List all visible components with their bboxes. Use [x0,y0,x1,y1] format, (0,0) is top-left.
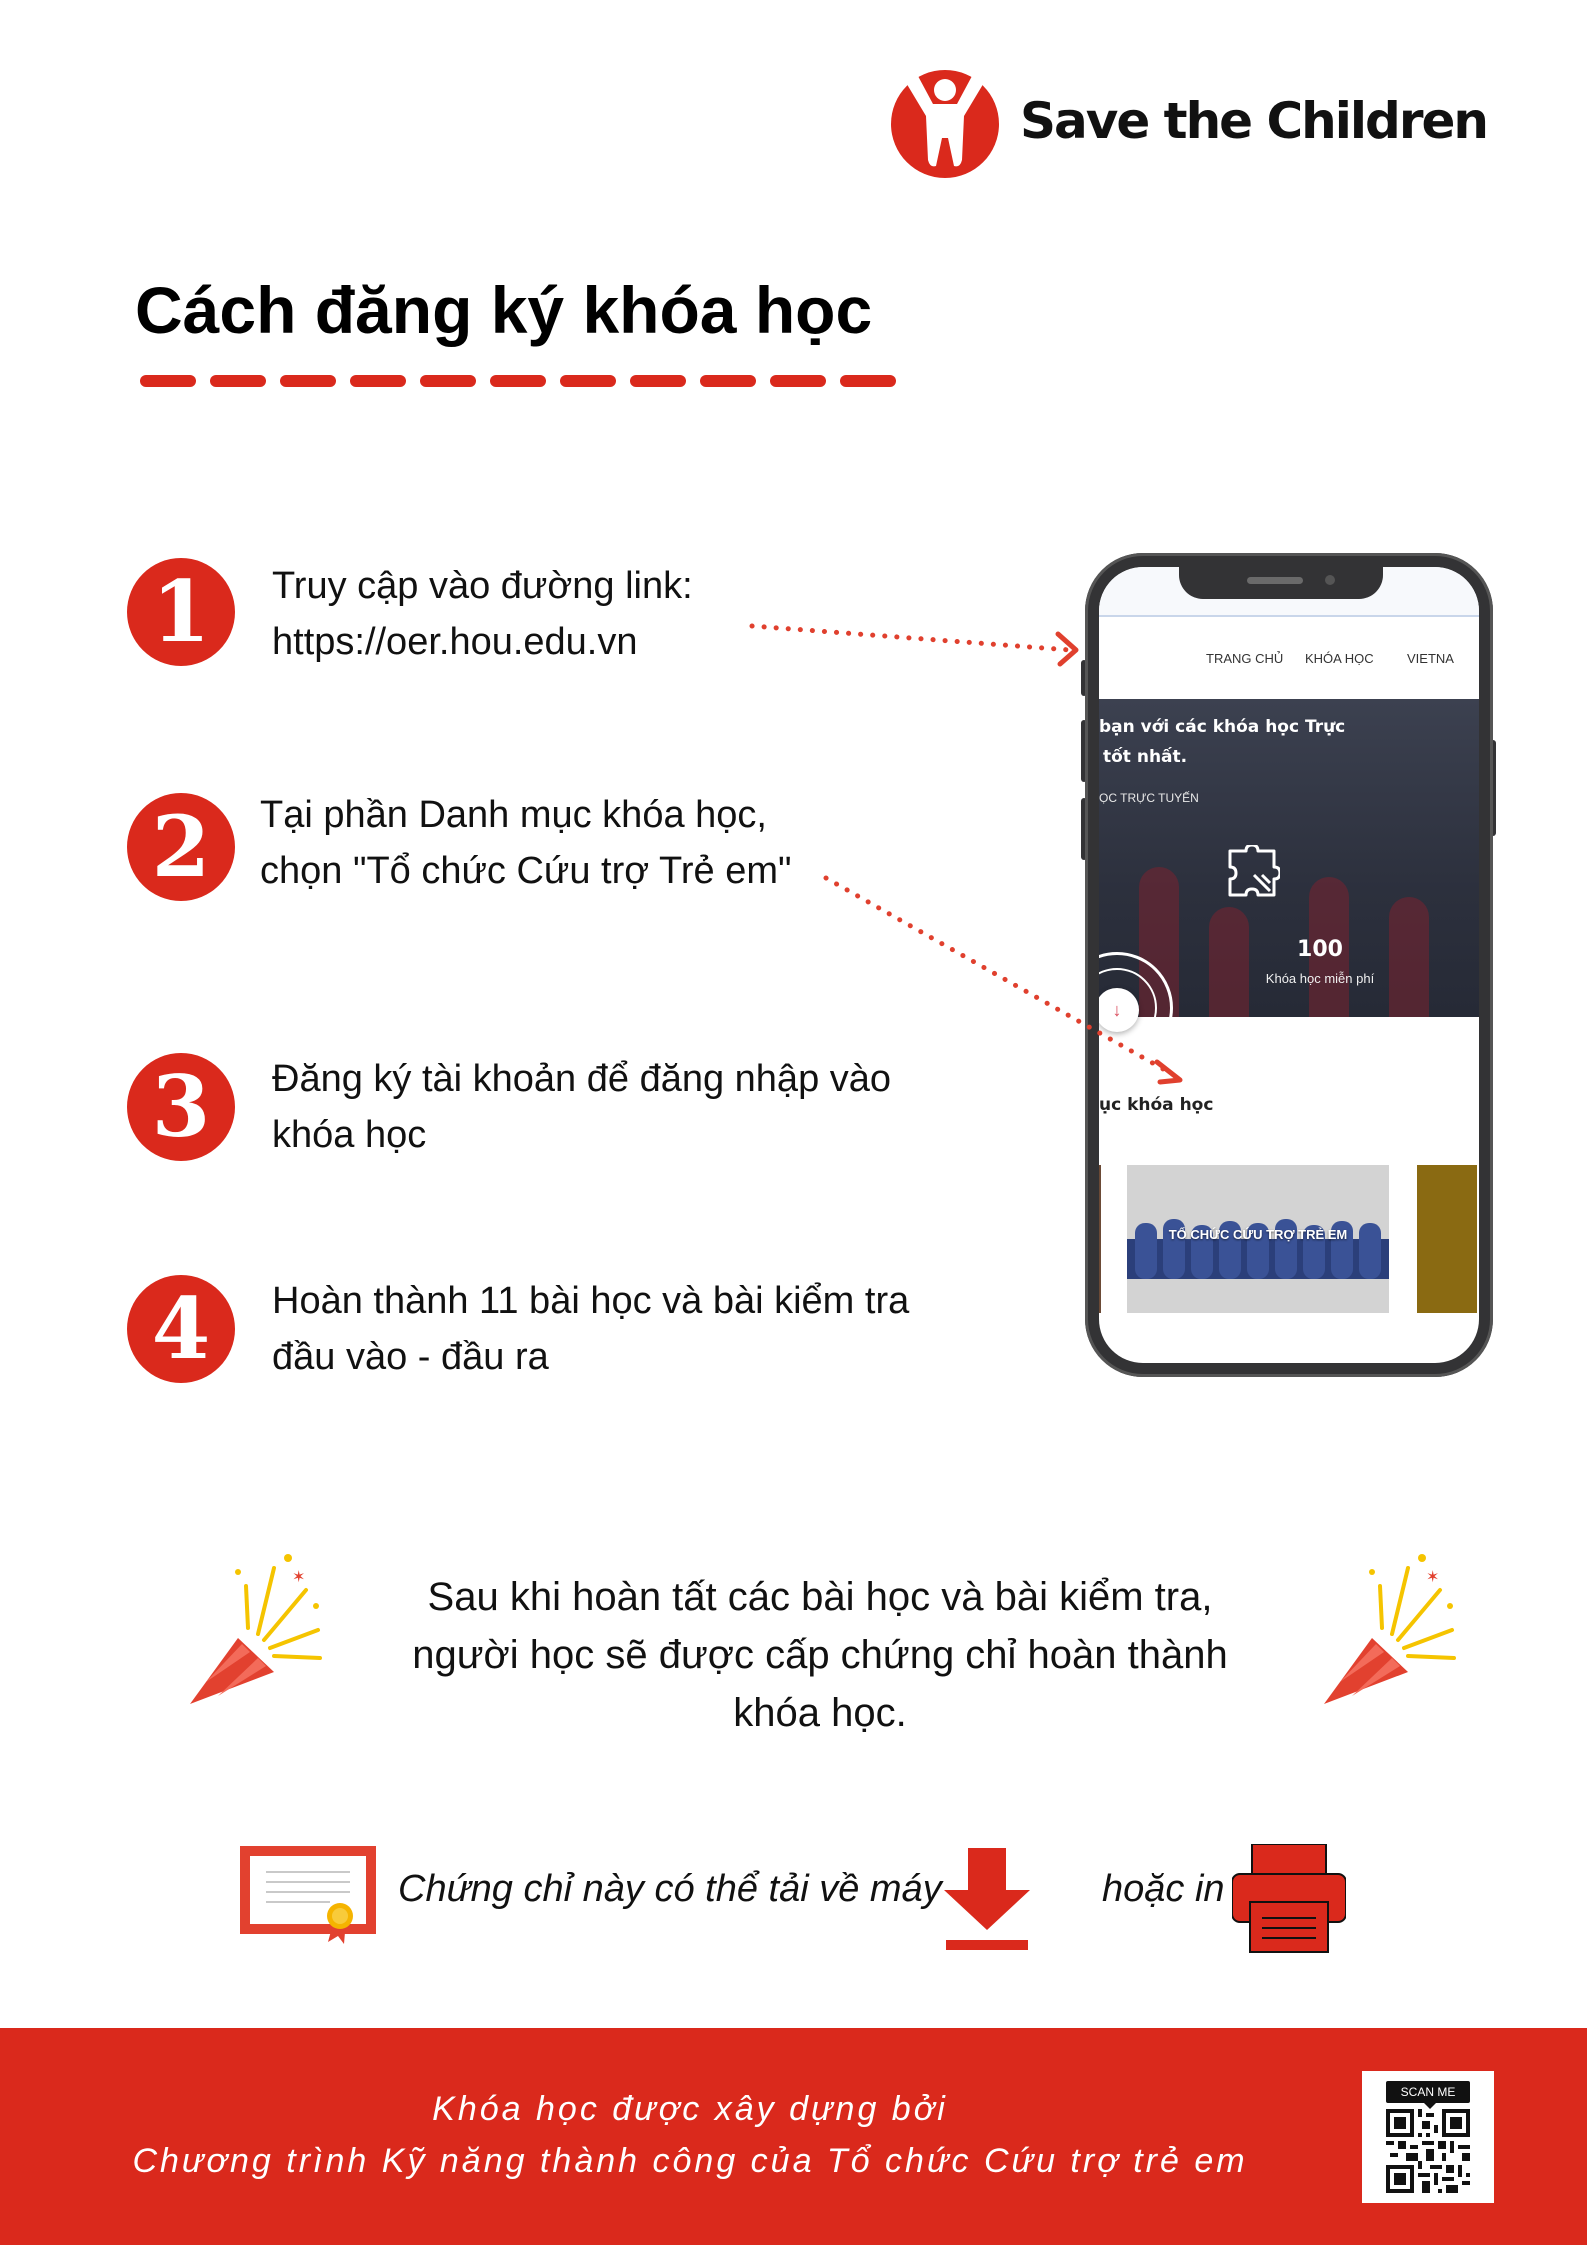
course-card-label: TỔ CHỨC CỨU TRỢ TRẺ EM [1168,1227,1348,1242]
course-card-save-the-children[interactable]: TỔ CHỨC CỨU TRỢ TRẺ EM [1127,1165,1389,1313]
title-divider [140,375,896,387]
step-1-line-1: Truy cập vào đường link: [272,565,693,607]
footer-line-2: Chương trình Kỹ năng thành công của Tổ c… [132,2142,1248,2180]
step-3-badge: 3 [127,1053,235,1161]
footer-line-1: Khóa học được xây dựng bởi [432,2090,948,2128]
completion-message: Sau khi hoàn tất các bài học và bài kiểm… [330,1568,1310,1742]
step-2-badge: 2 [127,793,235,901]
step-1-text: Truy cập vào đường link: https://oer.hou… [272,558,693,670]
stat-value: 100 [1297,937,1343,962]
step-3-line-2: khóa học [272,1114,427,1156]
brand-logo: Save the Children [888,58,1489,184]
step-2-line-2: chọn "Tổ chức Cứu trợ Trẻ em" [260,850,792,892]
nav-courses[interactable]: KHÓA HỌC [1305,651,1374,666]
step-4-badge: 4 [127,1275,235,1383]
puzzle-icon [1228,845,1280,897]
step-4-text: Hoàn thành 11 bài học và bài kiểm tra đầ… [272,1273,909,1385]
completion-line-2: người học sẽ được cấp chứng chỉ hoàn thà… [412,1633,1228,1677]
svg-text:✶: ✶ [292,1567,305,1586]
hero-figure [1209,907,1249,1017]
phone-camera [1325,575,1335,585]
logo-icon [891,70,999,178]
course-card-right[interactable] [1417,1165,1477,1313]
phone-mockup: TRANG CHỦ KHÓA HỌC VIETNA bạn với các kh… [1085,553,1493,1377]
nav-language[interactable]: VIETNA [1407,651,1454,666]
print-text: hoặc in [1102,1868,1225,1910]
step-2-line-1: Tại phần Danh mục khóa học, [260,794,767,836]
certificate-icon [240,1846,376,1944]
brand-name: Save the Children [1020,92,1489,150]
step-4-line-1: Hoàn thành 11 bài học và bài kiểm tra [272,1280,910,1322]
hero-heading-line-1: bạn với các khóa học Trực [1099,717,1346,737]
download-text: Chứng chỉ này có thể tải về máy [398,1868,942,1910]
nav-home[interactable]: TRANG CHỦ [1206,651,1283,666]
arrow-head-1 [1055,631,1079,667]
download-icon[interactable] [944,1848,1030,1950]
category-title: ục khóa học [1099,1095,1214,1115]
step-3-text: Đăng ký tài khoản để đăng nhập vào khóa … [272,1051,891,1163]
step-1-badge: 1 [127,558,235,666]
arrow-step-1 [749,623,1073,653]
qr-label: SCAN ME [1386,2081,1470,2109]
footer: Khóa học được xây dựng bởi Chương trình … [0,2028,1587,2245]
party-popper-icon: ✶ [1324,1554,1456,1704]
printer-icon[interactable] [1232,1844,1346,1954]
completion-line-3: khóa học. [733,1691,907,1735]
page-title: Cách đăng ký khóa học [135,273,873,347]
step-1-link[interactable]: https://oer.hou.edu.vn [272,614,693,670]
qr-code-icon [1386,2109,1470,2193]
qr-code[interactable]: SCAN ME [1362,2071,1494,2203]
phone-screen: TRANG CHỦ KHÓA HỌC VIETNA bạn với các kh… [1099,567,1479,1363]
hero-heading-line-2: tốt nhất. [1103,747,1188,767]
step-3-line-1: Đăng ký tài khoản để đăng nhập vào [272,1058,892,1100]
step-2-text: Tại phần Danh mục khóa học, chọn "Tổ chứ… [260,787,791,899]
hero-subheading: ỌC TRỰC TUYẾN [1099,791,1199,805]
svg-text:✶: ✶ [1426,1567,1439,1586]
completion-line-1: Sau khi hoàn tất các bài học và bài kiểm… [427,1575,1213,1619]
phone-notch [1179,567,1383,599]
course-card-left[interactable] [1099,1165,1101,1313]
party-popper-icon: ✶ [190,1554,322,1704]
phone-speaker [1247,577,1303,584]
step-4-line-2: đầu vào - đầu ra [272,1336,549,1378]
